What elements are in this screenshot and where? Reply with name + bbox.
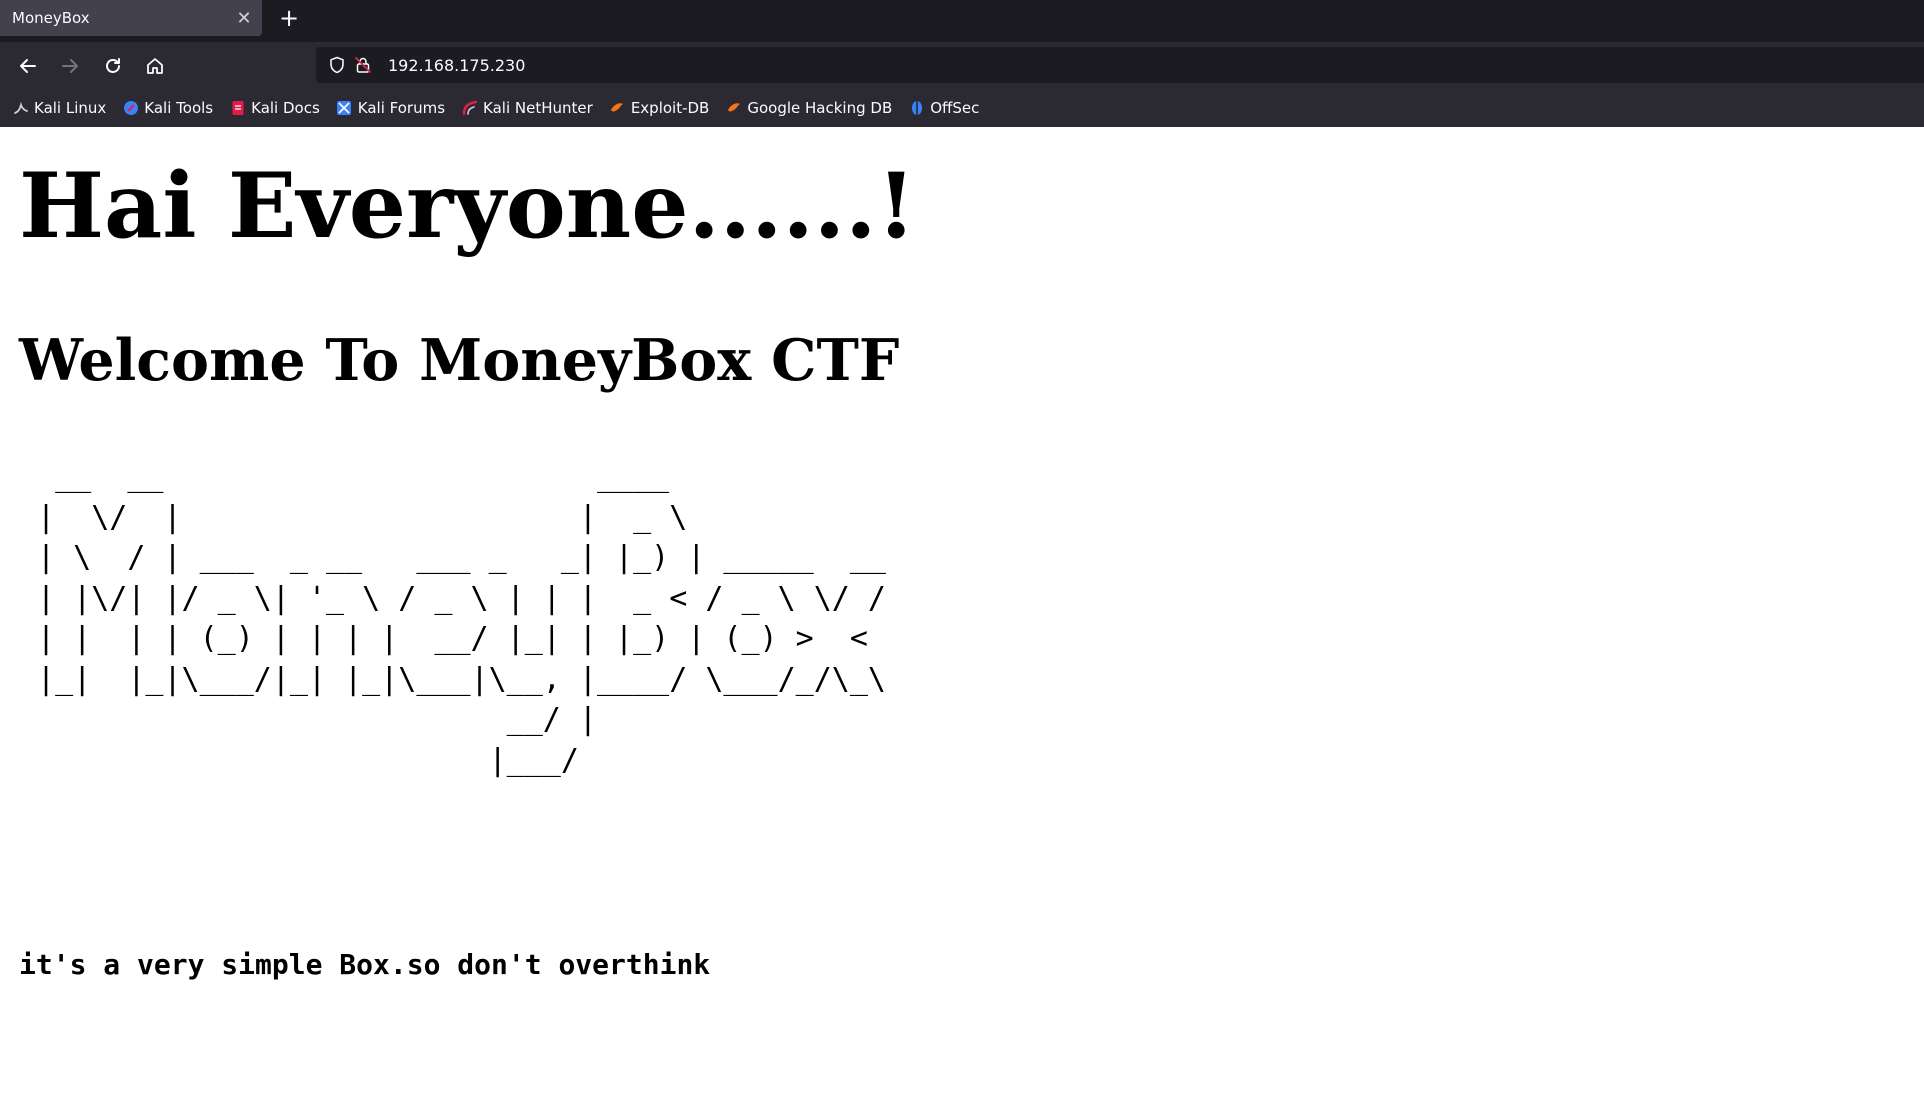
bookmarks-toolbar: Kali Linux Kali Tools Kali Docs Kali For… <box>0 89 1924 127</box>
kali-docs-icon <box>229 100 246 117</box>
bookmark-label: OffSec <box>930 99 980 117</box>
exploit-db-icon <box>609 100 626 117</box>
tab-title: MoneyBox <box>12 9 90 27</box>
navigation-toolbar: 192.168.175.230 <box>0 42 1924 89</box>
bookmark-google-hacking-db[interactable]: Google Hacking DB <box>725 93 892 123</box>
kali-tools-icon <box>122 100 139 117</box>
bookmark-kali-tools[interactable]: Kali Tools <box>122 93 213 123</box>
arrow-right-icon <box>62 59 78 73</box>
home-button[interactable] <box>138 49 172 83</box>
bookmark-label: Exploit-DB <box>630 99 710 117</box>
bookmark-label: Kali NetHunter <box>483 99 593 117</box>
moneybox-ascii-art: __ __ ____ | \/ | | _ \ | \ / | ___ _ __… <box>37 459 886 778</box>
back-button[interactable] <box>11 49 45 83</box>
tab-strip: MoneyBox ✕ + <box>0 0 1924 42</box>
welcome-heading: Welcome To MoneyBox CTF <box>19 327 900 394</box>
bookmark-kali-forums[interactable]: Kali Forums <box>336 93 445 123</box>
url-text: 192.168.175.230 <box>388 55 526 75</box>
bookmark-kali-linux[interactable]: Kali Linux <box>12 93 106 123</box>
reload-button[interactable] <box>96 49 130 83</box>
page-content: Hai Everyone......! Welcome To MoneyBox … <box>0 127 1924 1120</box>
google-hacking-db-icon <box>725 100 742 117</box>
insecure-lock-icon[interactable] <box>352 54 374 76</box>
kali-nethunter-icon <box>461 100 478 117</box>
new-tab-button[interactable]: + <box>274 3 304 33</box>
home-icon <box>147 58 163 74</box>
address-bar[interactable]: 192.168.175.230 <box>316 47 1924 83</box>
tab-moneybox[interactable]: MoneyBox ✕ <box>0 0 262 36</box>
bookmark-label: Google Hacking DB <box>747 99 893 117</box>
reload-icon <box>106 58 120 73</box>
shield-icon[interactable] <box>326 54 348 76</box>
kali-forums-icon <box>336 100 353 117</box>
bookmark-kali-docs[interactable]: Kali Docs <box>229 93 320 123</box>
bookmark-kali-nethunter[interactable]: Kali NetHunter <box>461 93 593 123</box>
hint-text: it's a very simple Box.so don't overthin… <box>19 948 711 981</box>
close-icon[interactable]: ✕ <box>230 4 258 32</box>
bookmark-label: Kali Forums <box>357 99 446 117</box>
offsec-icon <box>908 100 925 117</box>
browser-chrome: MoneyBox ✕ + 192.168.175.230 Kali Linux … <box>0 0 1924 127</box>
bookmark-label: Kali Tools <box>144 99 214 117</box>
bookmark-offsec[interactable]: OffSec <box>908 93 979 123</box>
bookmark-label: Kali Linux <box>34 99 107 117</box>
forward-button[interactable] <box>53 49 87 83</box>
kali-dragon-icon <box>12 100 29 117</box>
page-heading: Hai Everyone......! <box>19 153 916 259</box>
arrow-left-icon <box>20 59 36 73</box>
bookmark-label: Kali Docs <box>251 99 320 117</box>
bookmark-exploit-db[interactable]: Exploit-DB <box>609 93 710 123</box>
